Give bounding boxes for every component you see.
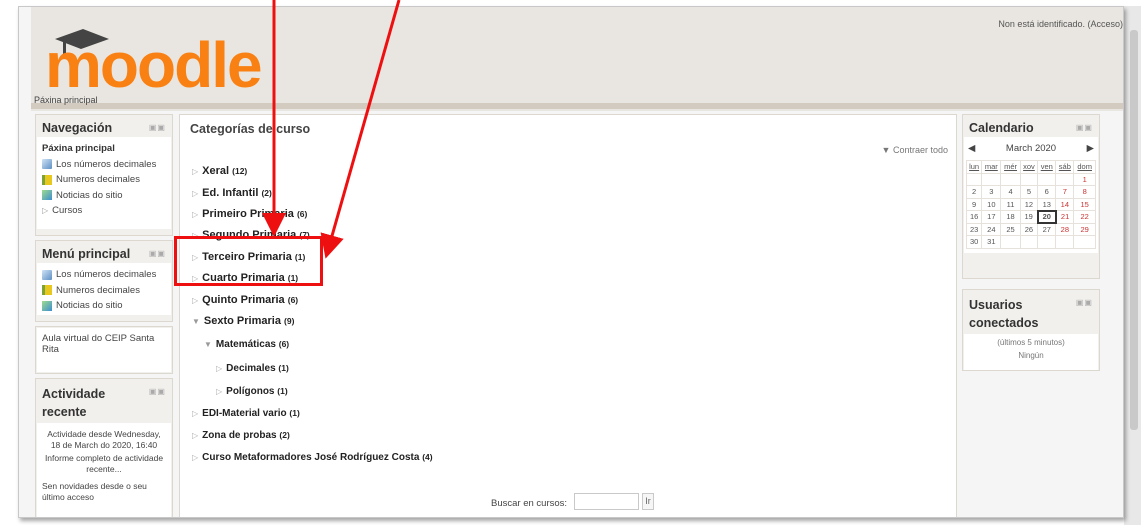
annotation-arrow-right: [320, 0, 401, 259]
annotation-arrows: [262, 0, 401, 259]
